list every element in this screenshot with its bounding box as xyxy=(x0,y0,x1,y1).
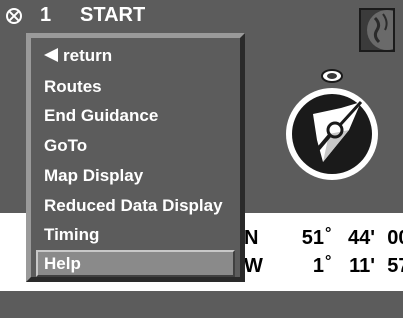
latitude-direction: N xyxy=(244,227,259,249)
menu-item-label: End Guidance xyxy=(44,106,159,125)
menu-item-label: GoTo xyxy=(44,136,88,155)
latitude-seconds: 00" xyxy=(387,227,403,249)
menu-item-end-guidance[interactable]: End Guidance xyxy=(36,102,235,129)
longitude-direction: W xyxy=(244,255,263,277)
menu-item-routes[interactable]: Routes xyxy=(36,73,235,100)
globe-icon xyxy=(367,10,393,50)
page-title: START xyxy=(80,4,146,26)
start-menu: return Routes End Guidance GoTo Map Disp… xyxy=(26,33,245,282)
menu-item-reduced-data-display[interactable]: Reduced Data Display xyxy=(36,192,235,219)
triangle-left-icon xyxy=(44,47,58,62)
longitude-seconds: 57" xyxy=(387,255,403,277)
longitude-degrees: 1 xyxy=(312,255,324,277)
menu-item-label: Map Display xyxy=(44,166,144,185)
degree-symbol: ° xyxy=(325,253,332,270)
menu-item-timing[interactable]: Timing xyxy=(36,221,235,248)
page-number: 1 xyxy=(40,4,52,26)
title-bar: 1 START xyxy=(0,0,403,32)
latitude-minutes: 44' xyxy=(347,227,375,249)
menu-item-label: Help xyxy=(44,254,81,273)
menu-item-label: Timing xyxy=(44,225,100,244)
menu-item-label: return xyxy=(63,46,113,65)
longitude-minutes: 11' xyxy=(349,255,375,277)
menu-item-help[interactable]: Help xyxy=(36,250,235,277)
menu-item-label: Routes xyxy=(44,77,102,96)
menu-item-goto[interactable]: GoTo xyxy=(36,132,235,159)
compass-icon xyxy=(286,69,378,180)
degree-symbol: ° xyxy=(325,225,332,242)
close-icon[interactable] xyxy=(6,8,22,24)
latitude-degrees: 51 xyxy=(301,227,324,249)
globe-button[interactable] xyxy=(359,8,395,52)
menu-item-return[interactable]: return xyxy=(36,42,235,69)
menu-item-map-display[interactable]: Map Display xyxy=(36,162,235,189)
menu-item-label: Reduced Data Display xyxy=(44,196,223,215)
